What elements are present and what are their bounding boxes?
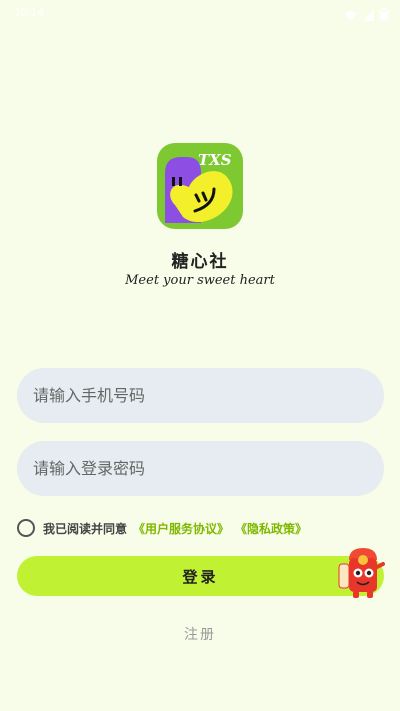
status-time: 10:14 xyxy=(14,5,45,19)
radio-unchecked-icon[interactable] xyxy=(17,519,35,537)
status-bar: 10:14 xyxy=(0,0,400,26)
logo-text: TXS xyxy=(198,151,232,169)
phone-input[interactable] xyxy=(31,385,384,406)
battery-icon xyxy=(380,6,388,25)
agreement-row: 我已阅读并同意 《用户服务协议》 《隐私政策》 xyxy=(17,517,307,539)
password-input[interactable] xyxy=(31,458,384,479)
agreement-prefix: 我已阅读并同意 xyxy=(43,521,128,536)
user-agreement-link[interactable]: 《用户服务协议》 xyxy=(133,520,229,537)
phone-field[interactable] xyxy=(17,368,384,423)
privacy-policy-link[interactable]: 《隐私政策》 xyxy=(235,520,307,537)
red-envelope-mascot-icon[interactable] xyxy=(335,544,387,600)
app-logo: TXS xyxy=(157,143,243,229)
password-field[interactable] xyxy=(17,441,384,496)
login-button[interactable]: 登录 xyxy=(17,556,384,596)
wifi-icon xyxy=(344,6,357,25)
status-icons xyxy=(344,6,388,25)
app-slogan: Meet your sweet heart xyxy=(125,273,275,288)
app-name: 糖心社 xyxy=(171,252,229,272)
signal-icon xyxy=(363,6,374,25)
register-link[interactable]: 注册 xyxy=(0,624,400,644)
